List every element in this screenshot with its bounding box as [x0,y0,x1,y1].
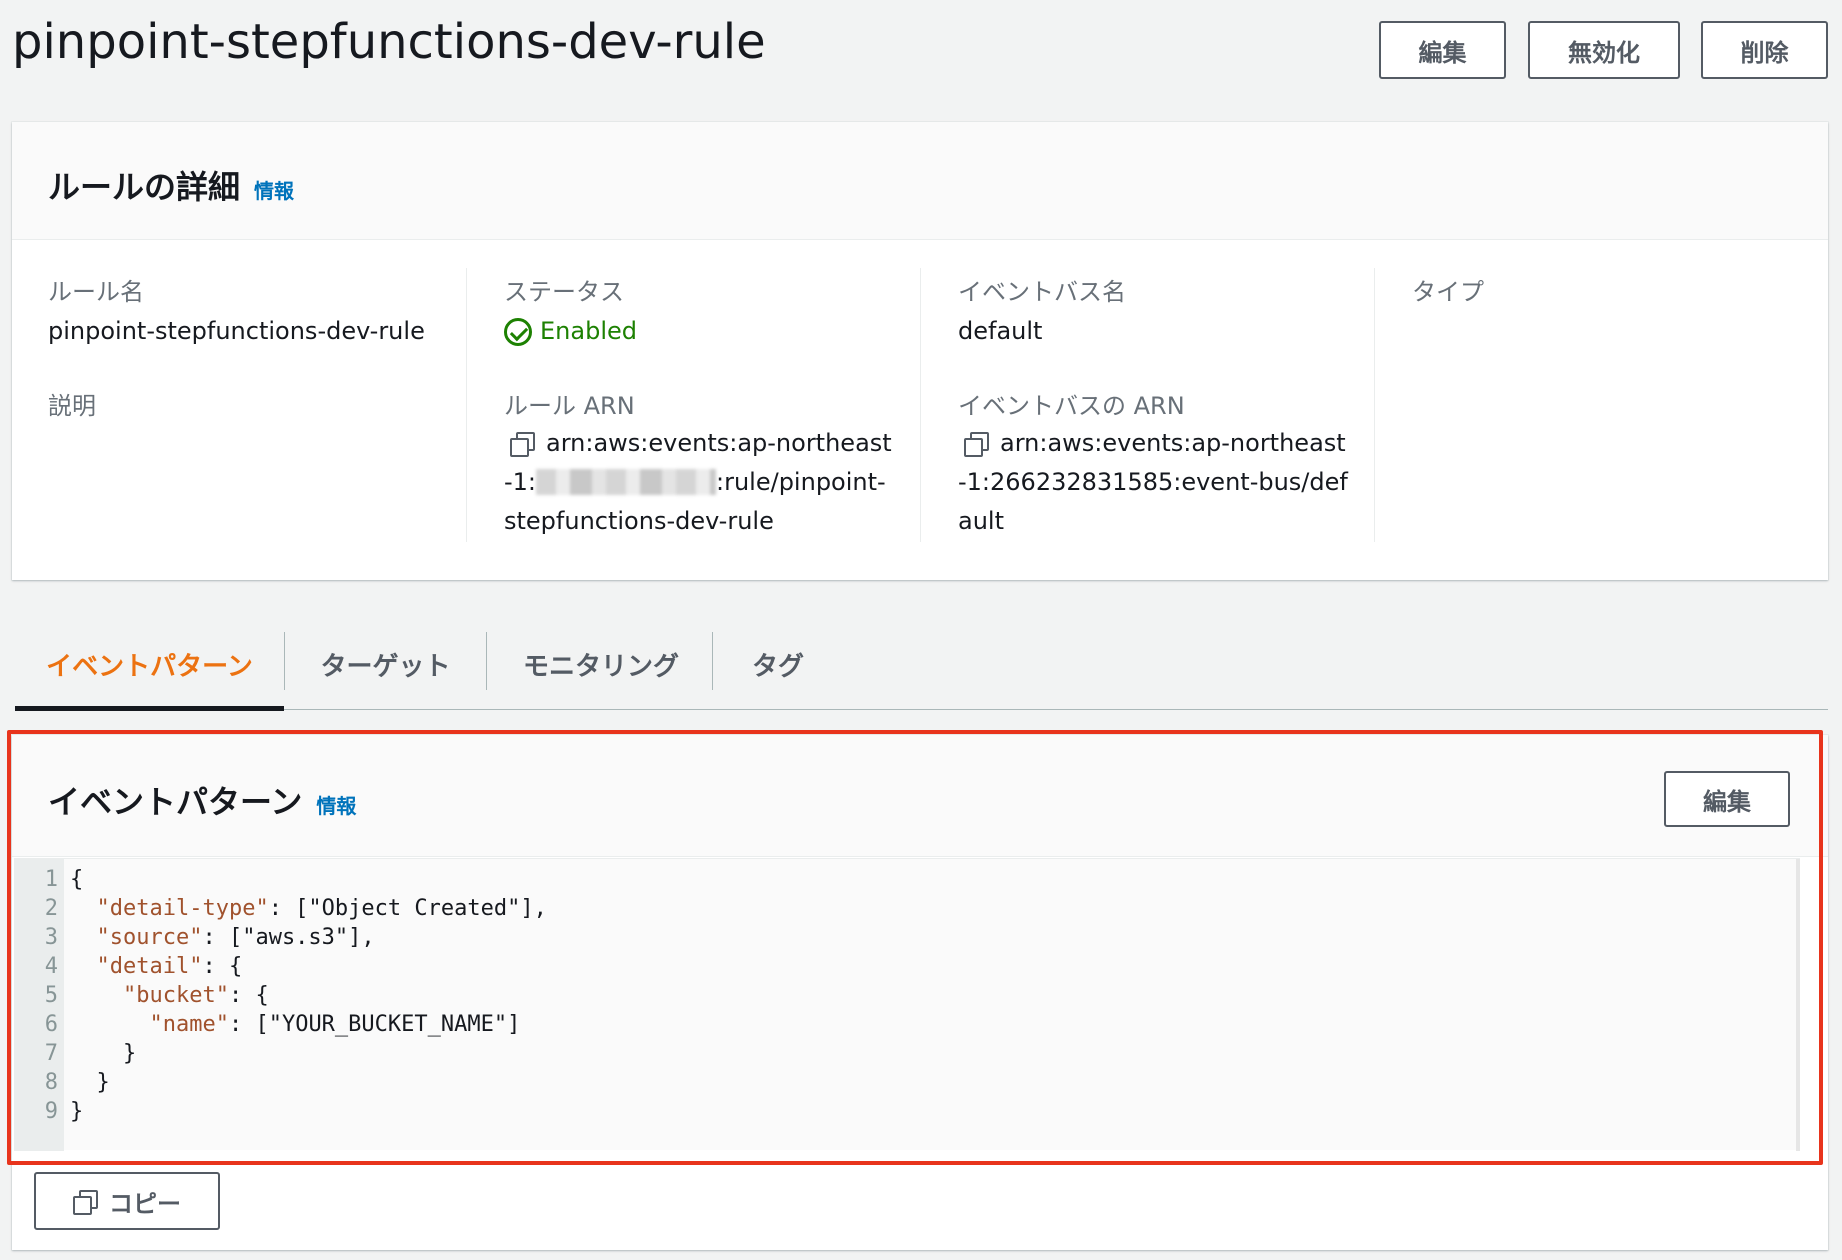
code-line: 7 } [14,1041,1800,1070]
copy-button-label: コピー [109,1189,181,1218]
disable-button[interactable]: 無効化 [1528,21,1680,79]
column-divider [466,268,467,542]
page-title: pinpoint-stepfunctions-dev-rule [12,14,766,70]
rule-arn-line2: -1: :rule/pinpoint- [504,463,886,502]
code-text: } [70,1099,84,1124]
rule-arn-line3: stepfunctions-dev-rule [504,507,774,535]
line-number: 2 [44,896,58,921]
check-circle-icon [504,317,532,346]
scrollbar[interactable] [1796,859,1800,1151]
code-text: "bucket": { [122,983,269,1008]
code-text: "detail": { [96,954,243,979]
event-bus-arn-label: イベントバスの ARN [958,392,1185,420]
json-key: "detail" [96,954,203,979]
code-text: "name": ["YOUR_BUCKET_NAME"] [149,1012,521,1037]
code-text: { [70,867,84,892]
edit-pattern-button[interactable]: 編集 [1664,771,1790,827]
line-number: 7 [44,1041,58,1066]
line-number: 4 [44,954,58,979]
code-line: 1{ [14,867,1800,896]
status-text: Enabled [540,317,637,345]
json-key: "bucket" [122,983,229,1008]
line-number: 3 [44,925,58,950]
code-text: "detail-type": ["Object Created"], [96,896,547,921]
code-text: } [70,1041,137,1066]
type-label: タイプ [1412,278,1484,306]
rule-details-header: ルールの詳細 情報 [12,122,1828,240]
code-line: 3 "source": ["aws.s3"], [14,925,1800,954]
code-line: 9} [14,1099,1800,1128]
copy-icon[interactable] [964,432,989,457]
line-number: 8 [44,1070,58,1095]
redacted-account-id [536,469,717,495]
copy-icon [73,1190,98,1215]
line-number: 9 [44,1099,58,1124]
tab-event-pattern[interactable]: イベントパターン [15,628,284,700]
active-tab-underline [15,706,284,711]
rule-details-title-text: ルールの詳細 [48,168,241,206]
event-bus-arn-line1: arn:aws:events:ap-northeast [958,424,1346,463]
code-line: 2 "detail-type": ["Object Created"], [14,896,1800,925]
edit-button[interactable]: 編集 [1379,21,1506,79]
tab-monitoring[interactable]: モニタリング [487,628,715,700]
delete-button[interactable]: 削除 [1701,21,1828,79]
json-key: "detail-type" [96,896,269,921]
event-bus-arn-line2: -1:266232831585:event-bus/def [958,468,1348,496]
rule-name-value: pinpoint-stepfunctions-dev-rule [48,317,425,345]
event-bus-arn-line3: ault [958,507,1004,535]
rule-arn-text-2a: -1: [504,468,537,496]
event-bus-name-value: default [958,317,1043,345]
status-label: ステータス [504,278,624,306]
rule-arn-text-2b: :rule/pinpoint- [716,468,886,496]
code-line: 5 "bucket": { [14,983,1800,1012]
tab-tags[interactable]: タグ [713,628,843,700]
line-number: 6 [44,1012,58,1037]
rule-arn-text-1: arn:aws:events:ap-northeast [546,429,892,457]
code-line: 4 "detail": { [14,954,1800,983]
tab-bar: イベントパターン ターゲット モニタリング タグ [15,620,1828,711]
info-link[interactable]: 情報 [316,794,356,818]
line-number: 5 [44,983,58,1008]
rule-details-title: ルールの詳細 情報 [48,162,294,208]
json-key: "source" [96,925,203,950]
rule-arn-line1: arn:aws:events:ap-northeast [504,424,892,463]
rule-name-label: ルール名 [48,278,144,306]
rule-details-panel: ルールの詳細 情報 ルール名 pinpoint-stepfunctions-dev… [12,122,1828,580]
json-key: "name" [149,1012,229,1037]
column-divider [1374,268,1375,542]
event-pattern-header: イベントパターン 情報 [12,735,1828,857]
rule-arn-label: ルール ARN [504,392,635,420]
copy-icon[interactable] [510,432,535,457]
code-line: 8 } [14,1070,1800,1099]
line-number: 1 [44,867,58,892]
code-text: } [70,1070,110,1095]
event-bus-name-label: イベントバス名 [958,278,1126,306]
description-label: 説明 [48,392,96,420]
event-pattern-title: イベントパターン 情報 [48,777,356,823]
code-text: "source": ["aws.s3"], [96,925,375,950]
status-value: Enabled [504,312,637,351]
event-pattern-title-text: イベントパターン [48,783,303,821]
column-divider [920,268,921,542]
info-link[interactable]: 情報 [254,179,294,203]
copy-button[interactable]: コピー [34,1172,220,1230]
code-editor[interactable]: 1{2 "detail-type": ["Object Created"], 3 … [14,858,1800,1151]
page: pinpoint-stepfunctions-dev-rule 編集 無効化 削… [0,0,1842,1260]
tab-targets[interactable]: ターゲット [285,628,486,700]
code-line: 6 "name": ["YOUR_BUCKET_NAME"] [14,1012,1800,1041]
bus-arn-text-1: arn:aws:events:ap-northeast [1000,429,1346,457]
